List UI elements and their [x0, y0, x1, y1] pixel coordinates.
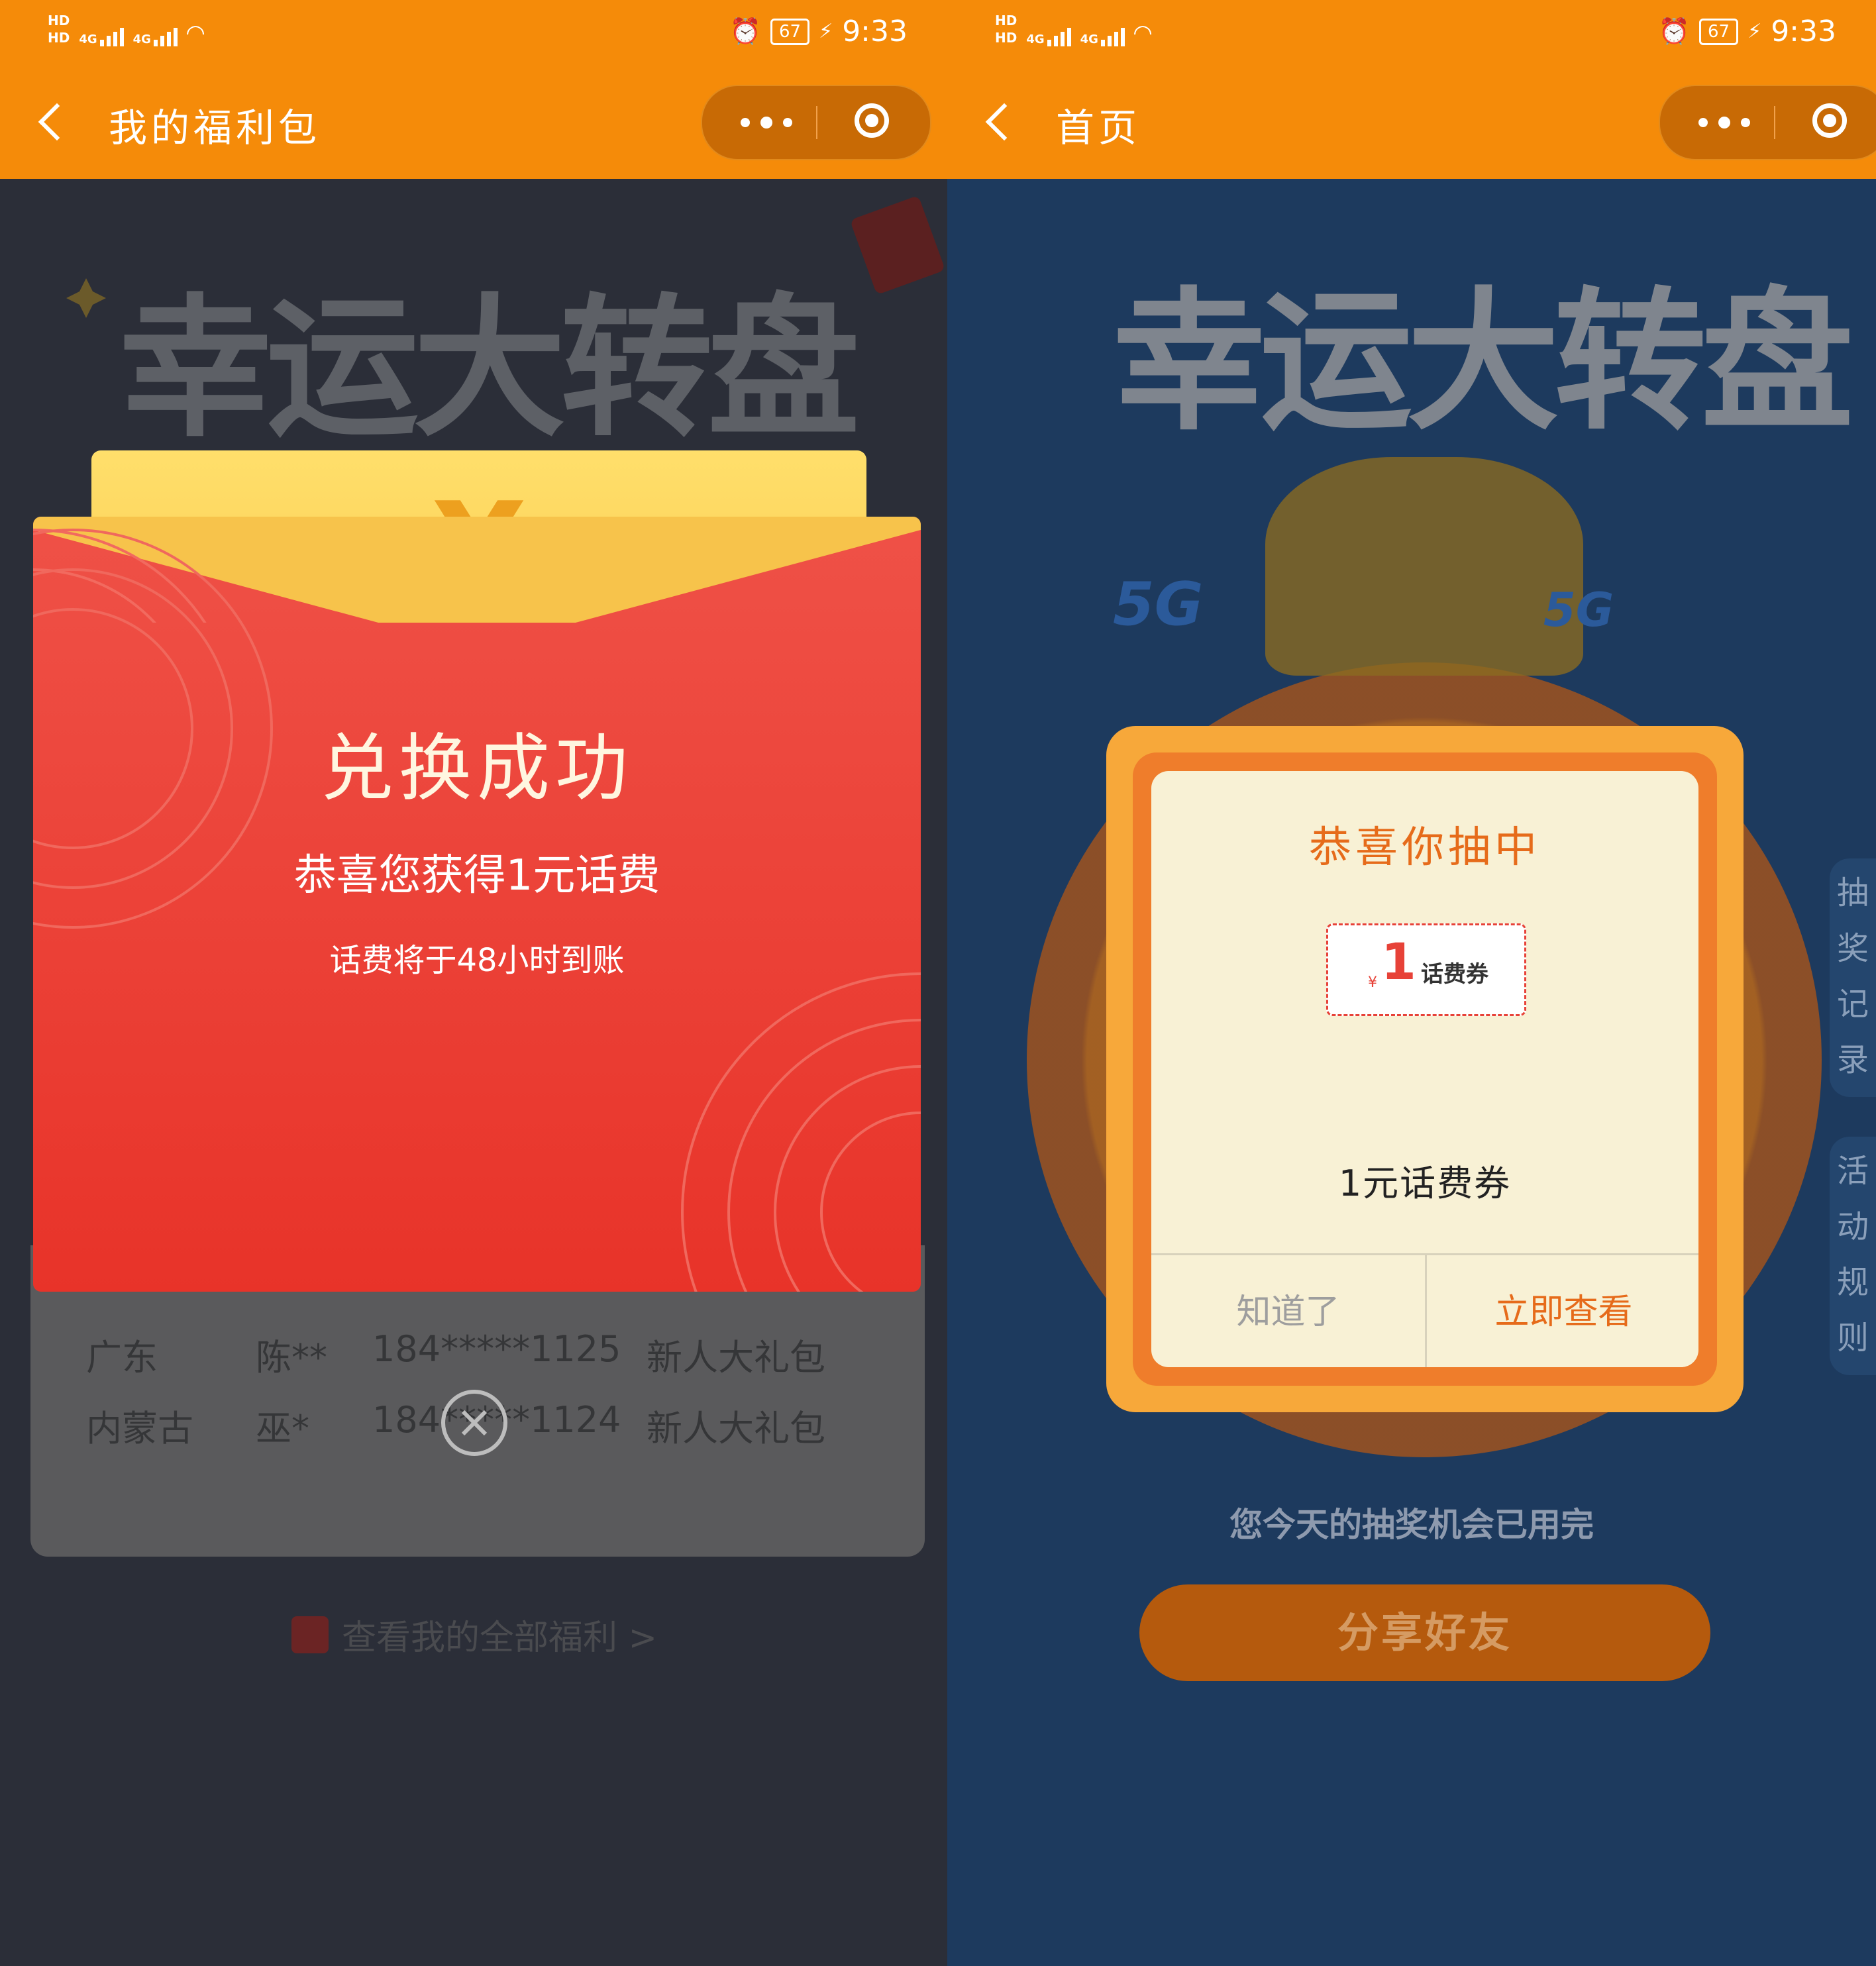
prize-modal-title: 恭喜你抽中: [1309, 823, 1541, 872]
page-title: 首页: [1056, 105, 1141, 150]
prize-name: 1元话费券: [1338, 1163, 1512, 1204]
lucky-wheel-title: 幸运大转盘: [119, 281, 860, 458]
ticket-label: 话费券: [1421, 961, 1488, 988]
ticker-prize: 新人大礼包: [647, 1337, 825, 1378]
status-left: HD HD 4G 4G ◠: [995, 12, 1151, 46]
more-icon[interactable]: [1687, 86, 1759, 159]
view-all-welfare-link[interactable]: 查看我的全部福利 >: [291, 1610, 657, 1659]
hd-label: HD: [995, 30, 1017, 46]
ticker-region: 内蒙古: [86, 1408, 193, 1449]
mini-program-capsule: [1659, 85, 1876, 160]
signal-icon: 4G: [1026, 28, 1071, 46]
top-bar: HD HD 4G 4G ◠ ⏰ 67 ⚡ 9:33: [947, 0, 1876, 179]
right-screen: HD HD 4G 4G ◠ ⏰ 67 ⚡ 9:33 首页 幸运大转盘 5G 5G…: [947, 0, 1876, 1966]
ticker-region: 广东: [86, 1337, 158, 1378]
ticket-currency: ¥: [1368, 974, 1377, 991]
status-bar: HD HD 4G 4G ◠ ⏰ 67 ⚡ 9:33: [947, 0, 1876, 66]
view-now-button[interactable]: 立即查看: [1425, 1255, 1698, 1367]
envelope-subtitle: 恭喜您获得1元话费: [293, 851, 660, 900]
ticker-name: 陈**: [256, 1337, 327, 1378]
share-friends-button[interactable]: 分享好友: [1139, 1584, 1710, 1681]
wifi-icon: ◠: [1133, 20, 1152, 46]
red-envelope-popup: ¥ 兑换成功 恭喜您获得1元话费 话费将于48小时到账: [33, 450, 921, 1292]
got-it-button[interactable]: 知道了: [1151, 1255, 1425, 1367]
close-icon[interactable]: [441, 1390, 507, 1456]
clock: 9:33: [1771, 15, 1836, 48]
network-label: 4G: [1080, 32, 1098, 46]
modal-actions: 知道了 立即查看: [1151, 1253, 1698, 1367]
activity-rules-tab[interactable]: 活动规则: [1830, 1137, 1876, 1375]
ticker-prize: 新人大礼包: [647, 1408, 825, 1449]
gift-ribbon: [1265, 457, 1583, 676]
prize-modal: 恭喜你抽中 ¥ 1 话费券 1元话费券 知道了 立即查看: [1106, 726, 1744, 1412]
5g-logo: 5G: [1113, 570, 1204, 639]
envelope-pattern: [33, 529, 921, 1292]
status-right: ⏰ 67 ⚡ 9:33: [1659, 15, 1836, 48]
capsule-divider: [1774, 106, 1775, 139]
hd-label: HD: [995, 13, 1017, 28]
charging-icon: ⚡: [1747, 20, 1762, 43]
prize-modal-ring: 恭喜你抽中 ¥ 1 话费券 1元话费券 知道了 立即查看: [1133, 752, 1717, 1386]
envelope-body: 兑换成功 恭喜您获得1元话费 话费将于48小时到账: [33, 517, 921, 1292]
ticker-name: 巫*: [256, 1408, 309, 1449]
5g-logo: 5G: [1543, 583, 1614, 637]
envelope-title: 兑换成功: [321, 726, 633, 811]
red-packet-icon: [291, 1616, 329, 1653]
view-all-welfare-label: 查看我的全部福利 >: [342, 1618, 658, 1658]
close-miniprogram-icon[interactable]: [1812, 103, 1847, 138]
chances-used-text: 您今天的抽奖机会已用完: [1229, 1506, 1594, 1544]
nav-header: 首页: [947, 79, 1876, 166]
phone-credit-ticket: ¥ 1 话费券: [1326, 923, 1526, 1016]
alarm-icon: ⏰: [1658, 17, 1691, 46]
draw-records-tab[interactable]: 抽奖记录: [1830, 858, 1876, 1097]
lucky-wheel-title: 幸运大转盘: [1113, 274, 1853, 451]
ticker-row: 广东 陈** 184*****1125 新人大礼包: [30, 1328, 925, 1381]
envelope-note: 话费将于48小时到账: [329, 942, 625, 979]
hd-indicator: HD HD: [995, 12, 1017, 46]
ticket-amount: 1: [1381, 932, 1416, 991]
left-screen: HD HD 4G 4G ◠ ⏰ 67 ⚡ 9:33 我的福利包 幸运大转盘 广东…: [0, 0, 947, 1966]
back-icon[interactable]: [982, 101, 1008, 140]
prize-modal-body: 恭喜你抽中 ¥ 1 话费券 1元话费券 知道了 立即查看: [1151, 771, 1698, 1367]
battery-icon: 67: [1699, 18, 1739, 45]
ticker-phone: 184*****1125: [372, 1328, 621, 1370]
signal-icon: 4G: [1080, 28, 1125, 46]
network-label: 4G: [1026, 32, 1045, 46]
